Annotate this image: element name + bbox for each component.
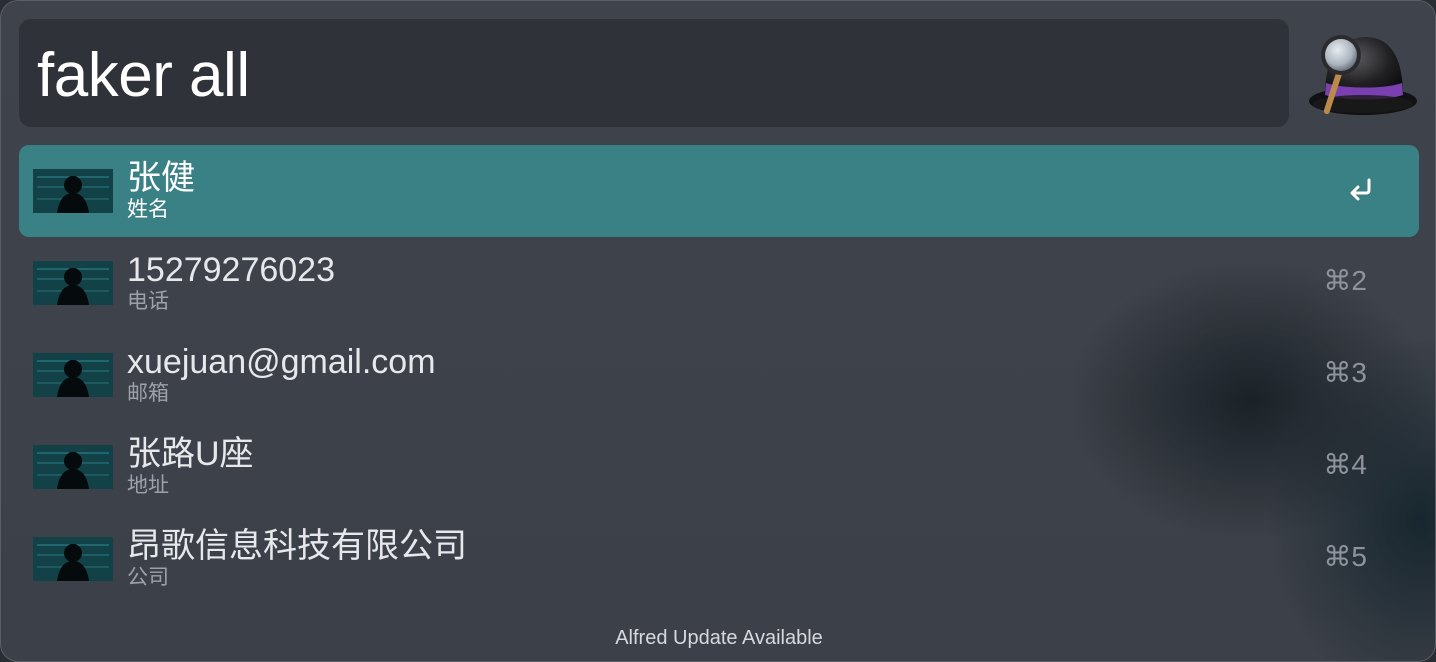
result-subtitle: 电话: [127, 290, 169, 313]
result-title: 张路U座: [127, 435, 254, 473]
search-field[interactable]: faker all: [19, 19, 1289, 127]
shortcut-label: ⌘3: [1323, 357, 1367, 388]
result-title: xuejuan@gmail.com: [127, 343, 436, 381]
return-key-icon: [1347, 177, 1375, 203]
search-query[interactable]: faker all: [37, 41, 250, 111]
hacker-silhouette-icon: [33, 537, 113, 581]
result-title: 张健: [127, 159, 195, 197]
result-row-name[interactable]: 张健 姓名: [19, 145, 1419, 237]
result-title: 昂歌信息科技有限公司: [127, 527, 467, 565]
result-title: 15279276023: [127, 251, 336, 289]
result-subtitle: 邮箱: [127, 382, 169, 405]
result-row-email[interactable]: xuejuan@gmail.com 邮箱 ⌘3: [19, 329, 1419, 421]
hacker-silhouette-icon: [33, 353, 113, 397]
shortcut-label: ⌘4: [1323, 449, 1367, 480]
shortcut-label: ⌘2: [1323, 265, 1367, 296]
result-subtitle: 姓名: [127, 198, 169, 221]
result-row-phone[interactable]: 15279276023 电话 ⌘2: [19, 237, 1419, 329]
results-list: 张健 姓名 15279276023 电话 ⌘2 xuejuan@gmail.co…: [19, 145, 1419, 605]
alfred-window: faker all 张健 姓名 15279276023 电话 ⌘2 xuejua…: [0, 0, 1436, 662]
hacker-silhouette-icon: [33, 169, 113, 213]
result-row-company[interactable]: 昂歌信息科技有限公司 公司 ⌘5: [19, 513, 1419, 605]
update-status[interactable]: Alfred Update Available: [1, 625, 1435, 651]
shortcut-label: ⌘5: [1323, 541, 1367, 572]
result-row-address[interactable]: 张路U座 地址 ⌘4: [19, 421, 1419, 513]
result-subtitle: 公司: [127, 566, 169, 589]
result-subtitle: 地址: [127, 474, 169, 497]
alfred-hat-magnifier-icon: [1303, 25, 1419, 121]
hacker-silhouette-icon: [33, 445, 113, 489]
hacker-silhouette-icon: [33, 261, 113, 305]
